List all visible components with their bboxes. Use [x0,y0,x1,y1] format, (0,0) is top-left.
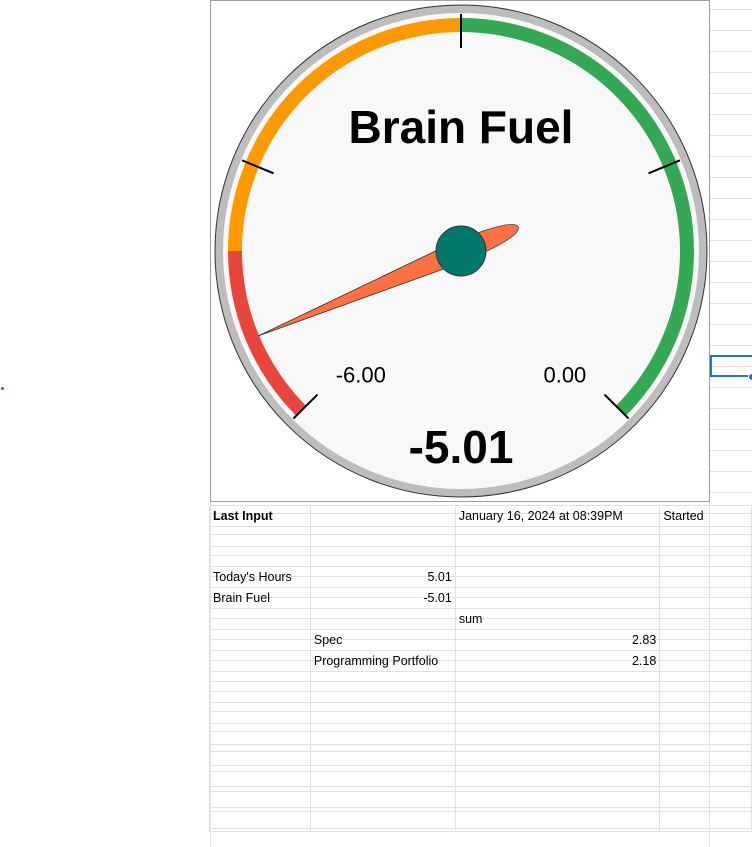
cell-r15-c4[interactable] [659,791,752,812]
selection-fill-handle[interactable] [748,373,752,381]
cell-r4-c1[interactable]: Today's Hours [209,566,311,588]
table-row [209,691,752,712]
cell-r10-c2[interactable] [309,691,456,712]
cell-r8-c1[interactable] [209,650,311,672]
cell-r16-c4[interactable] [659,811,752,832]
cell-r1-c4[interactable]: Started [659,505,752,527]
table-row [209,526,752,547]
table-row: Last Input January 16, 2024 at 08:39PM Sta… [209,505,752,527]
cell-r12-c3[interactable] [454,731,661,752]
cell-r5-c2[interactable]: -5.01 [309,587,456,609]
cell-r13-c3[interactable] [454,751,661,772]
cell-r3-c1[interactable] [209,546,311,567]
cell-r2-c1[interactable] [209,526,311,547]
cell-r1-c2[interactable] [309,505,456,527]
cell-r12-c1[interactable] [209,731,311,752]
cell-r6-c2[interactable] [309,608,456,630]
cell-r8-c4[interactable] [659,650,752,672]
cell-r7-c2[interactable]: Spec [309,629,456,651]
cell-r11-c1[interactable] [209,711,311,732]
cell-r3-c2[interactable] [309,546,456,567]
gauge-svg: Brain Fuel -6.00 0.00 -5.01 [214,4,708,498]
cell-r12-c4[interactable] [659,731,752,752]
cell-r9-c4[interactable] [659,671,752,692]
spreadsheet-table: Last Input January 16, 2024 at 08:39PM Sta… [209,505,752,832]
table-row: Today's Hours 5.01 [209,566,752,588]
table-row [209,811,752,832]
gauge-needle-hub [435,225,487,277]
cell-r5-c1[interactable]: Brain Fuel [209,587,311,609]
cell-r16-c2[interactable] [309,811,456,832]
cell-r7-c1[interactable] [209,629,311,651]
gauge-value-readout: -5.01 [409,421,514,473]
table-row [209,546,752,567]
cell-r14-c1[interactable] [209,771,311,792]
cell-r15-c2[interactable] [309,791,456,812]
gauge-title: Brain Fuel [349,101,574,153]
cell-r1-c1[interactable]: Last Input [209,505,311,527]
cell-r8-c2[interactable]: Programming Portfolio [309,650,456,672]
cell-r13-c2[interactable] [309,751,456,772]
cell-r14-c4[interactable] [659,771,752,792]
table-row [209,711,752,732]
cell-r11-c2[interactable] [309,711,456,732]
cell-r7-c4[interactable] [659,629,752,651]
cell-r6-c3[interactable]: sum [454,608,661,630]
cell-r15-c3[interactable] [454,791,661,812]
cell-r11-c4[interactable] [659,711,752,732]
table-row [209,771,752,792]
red-marker-dot [1,387,4,390]
cell-r4-c2[interactable]: 5.01 [309,566,456,588]
cell-r6-c4[interactable] [659,608,752,630]
gauge-max-label: 0.00 [543,362,586,387]
cell-r2-c2[interactable] [309,526,456,547]
cell-r3-c3[interactable] [454,546,661,567]
cell-r14-c2[interactable] [309,771,456,792]
cell-r10-c1[interactable] [209,691,311,712]
cell-r7-c3[interactable]: 2.83 [454,629,661,651]
table-row [209,731,752,752]
table-row: sum [209,608,752,630]
table-row [209,791,752,812]
cell-r9-c1[interactable] [209,671,311,692]
cell-r5-c4[interactable] [659,587,752,609]
cell-r6-c1[interactable] [209,608,311,630]
cell-r12-c2[interactable] [309,731,456,752]
cell-r11-c3[interactable] [454,711,661,732]
cell-r5-c3[interactable] [454,587,661,609]
cell-r9-c3[interactable] [454,671,661,692]
cell-r2-c4[interactable] [659,526,752,547]
table-row: Programming Portfolio 2.18 [209,650,752,672]
selected-cell-outline[interactable] [710,355,752,377]
table-row: Spec 2.83 [209,629,752,651]
cell-r13-c1[interactable] [209,751,311,772]
gauge-chart[interactable]: Brain Fuel -6.00 0.00 -5.01 [210,0,710,502]
cell-r16-c1[interactable] [209,811,311,832]
cell-r4-c4[interactable] [659,566,752,588]
cell-r14-c3[interactable] [454,771,661,792]
cell-r3-c4[interactable] [659,546,752,567]
table-row [209,751,752,772]
table-row [209,671,752,692]
cell-r10-c3[interactable] [454,691,661,712]
cell-r13-c4[interactable] [659,751,752,772]
table-row: Brain Fuel -5.01 [209,587,752,609]
cell-r9-c2[interactable] [309,671,456,692]
cell-r1-c3[interactable]: January 16, 2024 at 08:39PM [454,505,661,527]
cell-r16-c3[interactable] [454,811,661,832]
cell-r15-c1[interactable] [209,791,311,812]
gauge-min-label: -6.00 [336,362,386,387]
cell-r8-c3[interactable]: 2.18 [454,650,661,672]
cell-r2-c3[interactable] [454,526,661,547]
cell-r4-c3[interactable] [454,566,661,588]
cell-r10-c4[interactable] [659,691,752,712]
